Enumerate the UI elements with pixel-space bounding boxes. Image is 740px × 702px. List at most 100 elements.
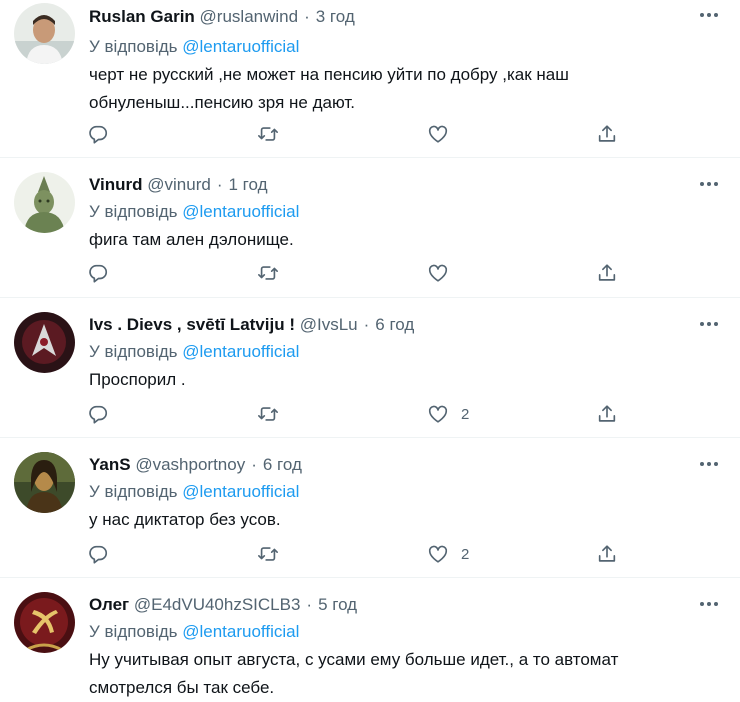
- reply-icon: [89, 405, 108, 424]
- like-button[interactable]: [427, 258, 461, 288]
- action-bar: [0, 258, 740, 288]
- reply-icon: [89, 125, 108, 144]
- author-name[interactable]: YanS: [89, 455, 131, 474]
- action-bar: 2: [0, 539, 740, 569]
- avatar-image: [14, 172, 75, 233]
- action-bar: 2: [0, 399, 740, 429]
- more-icon: [700, 322, 718, 326]
- share-icon: [598, 264, 616, 281]
- retweet-button[interactable]: [257, 539, 279, 569]
- more-options-button[interactable]: [696, 314, 722, 334]
- author-name[interactable]: Олег: [89, 595, 129, 614]
- reply-icon: [89, 545, 108, 564]
- more-options-button[interactable]: [696, 594, 722, 614]
- like-button[interactable]: [427, 119, 461, 149]
- author-handle[interactable]: @vinurd: [147, 175, 211, 194]
- reply-button[interactable]: [87, 258, 109, 288]
- avatar-image: [14, 3, 75, 64]
- like-count: 2: [461, 545, 470, 563]
- author-handle[interactable]: @IvsLu: [300, 315, 358, 334]
- avatar-image: [14, 312, 75, 373]
- tweet-time[interactable]: 6 год: [375, 315, 414, 334]
- avatar[interactable]: [14, 172, 75, 233]
- tweet-text: у нас диктатор без усов.: [89, 510, 281, 529]
- tweet[interactable]: YanS @vashportnoy · 6 год У відповідь @len…: [0, 438, 740, 578]
- tweet-header: YanS @vashportnoy · 6 год: [89, 454, 302, 476]
- retweet-button[interactable]: [257, 119, 279, 149]
- mention-link[interactable]: @lentaruofficial: [182, 342, 299, 361]
- avatar[interactable]: [14, 312, 75, 373]
- reply-prefix: У відповідь: [89, 342, 178, 361]
- tweet-header: Олег @E4dVU40hzSICLB3 · 5 год: [89, 594, 357, 616]
- share-button[interactable]: [596, 119, 618, 149]
- retweet-button[interactable]: [257, 399, 279, 429]
- like-button[interactable]: 2: [427, 539, 469, 569]
- action-bar: [0, 119, 740, 149]
- reply-context: У відповідь @lentaruofficial: [89, 620, 299, 644]
- mention-link[interactable]: @lentaruofficial: [182, 622, 299, 641]
- more-options-button[interactable]: [696, 5, 722, 25]
- retweet-icon: [258, 547, 278, 561]
- tweet[interactable]: Олег @E4dVU40hzSICLB3 · 5 год У відповідь …: [0, 578, 740, 701]
- retweet-button[interactable]: [257, 258, 279, 288]
- tweet[interactable]: Vinurd @vinurd · 1 год У відповідь @lentar…: [0, 158, 740, 298]
- separator-dot: ·: [304, 7, 310, 26]
- tweet-header: Vinurd @vinurd · 1 год: [89, 174, 268, 196]
- separator-dot: ·: [363, 315, 370, 334]
- more-options-button[interactable]: [696, 454, 722, 474]
- tweet-time[interactable]: 5 год: [318, 595, 357, 614]
- author-handle[interactable]: @E4dVU40hzSICLB3: [134, 595, 301, 614]
- avatar-image: [14, 592, 75, 653]
- mention-link[interactable]: @lentaruofficial: [182, 482, 299, 501]
- author-handle[interactable]: @ruslanwind: [200, 7, 299, 26]
- more-icon: [700, 13, 718, 17]
- author-name[interactable]: Ruslan Garin: [89, 7, 195, 26]
- avatar-image: [14, 452, 75, 513]
- avatar[interactable]: [14, 452, 75, 513]
- mention-link[interactable]: @lentaruofficial: [182, 202, 299, 221]
- reply-icon: [89, 264, 108, 283]
- reply-button[interactable]: [87, 119, 109, 149]
- more-icon: [700, 602, 718, 606]
- separator-dot: ·: [306, 595, 313, 614]
- author-name[interactable]: Ivs . Dievs , svētī Latviju !: [89, 315, 295, 334]
- retweet-icon: [258, 127, 278, 141]
- tweet[interactable]: Ruslan Garin @ruslanwind · 3 год У відпові…: [0, 0, 740, 158]
- tweet-text: черт не русский ,не может на пенсию уйти…: [89, 65, 569, 112]
- tweet[interactable]: Ivs . Dievs , svētī Latviju ! @IvsLu · 6 г…: [0, 298, 740, 438]
- author-name[interactable]: Vinurd: [89, 175, 143, 194]
- mention-link[interactable]: @lentaruofficial: [182, 37, 299, 56]
- reply-prefix: У відповідь: [89, 37, 178, 56]
- tweet-header: Ruslan Garin @ruslanwind · 3 год: [89, 6, 355, 28]
- heart-icon: [428, 545, 448, 563]
- reply-button[interactable]: [87, 399, 109, 429]
- tweet-text: Проспорил .: [89, 370, 186, 389]
- retweet-icon: [258, 266, 278, 280]
- replies-feed: Ruslan Garin @ruslanwind · 3 год У відпові…: [0, 0, 740, 701]
- more-options-button[interactable]: [696, 174, 722, 194]
- like-button[interactable]: 2: [427, 399, 469, 429]
- separator-dot: ·: [251, 455, 257, 474]
- reply-button[interactable]: [87, 539, 109, 569]
- reply-context: У відповідь @lentaruofficial: [89, 480, 299, 504]
- avatar[interactable]: [14, 3, 75, 64]
- tweet-time[interactable]: 6 год: [263, 455, 302, 474]
- more-icon: [700, 182, 718, 186]
- share-button[interactable]: [596, 258, 618, 288]
- tweet-time[interactable]: 3 год: [316, 7, 355, 26]
- share-icon: [598, 405, 616, 422]
- author-handle[interactable]: @vashportnoy: [135, 455, 245, 474]
- avatar[interactable]: [14, 592, 75, 653]
- heart-icon: [428, 125, 448, 143]
- reply-context: У відповідь @lentaruofficial: [89, 200, 299, 224]
- separator-dot: ·: [216, 175, 223, 194]
- tweet-time[interactable]: 1 год: [229, 175, 268, 194]
- share-button[interactable]: [596, 399, 618, 429]
- retweet-icon: [258, 407, 278, 421]
- reply-context: У відповідь @lentaruofficial: [89, 35, 299, 59]
- share-button[interactable]: [596, 539, 618, 569]
- reply-context: У відповідь @lentaruofficial: [89, 340, 299, 364]
- share-icon: [598, 125, 616, 142]
- like-count: 2: [461, 405, 470, 423]
- tweet-text: фига там ален дэлонище.: [89, 230, 294, 249]
